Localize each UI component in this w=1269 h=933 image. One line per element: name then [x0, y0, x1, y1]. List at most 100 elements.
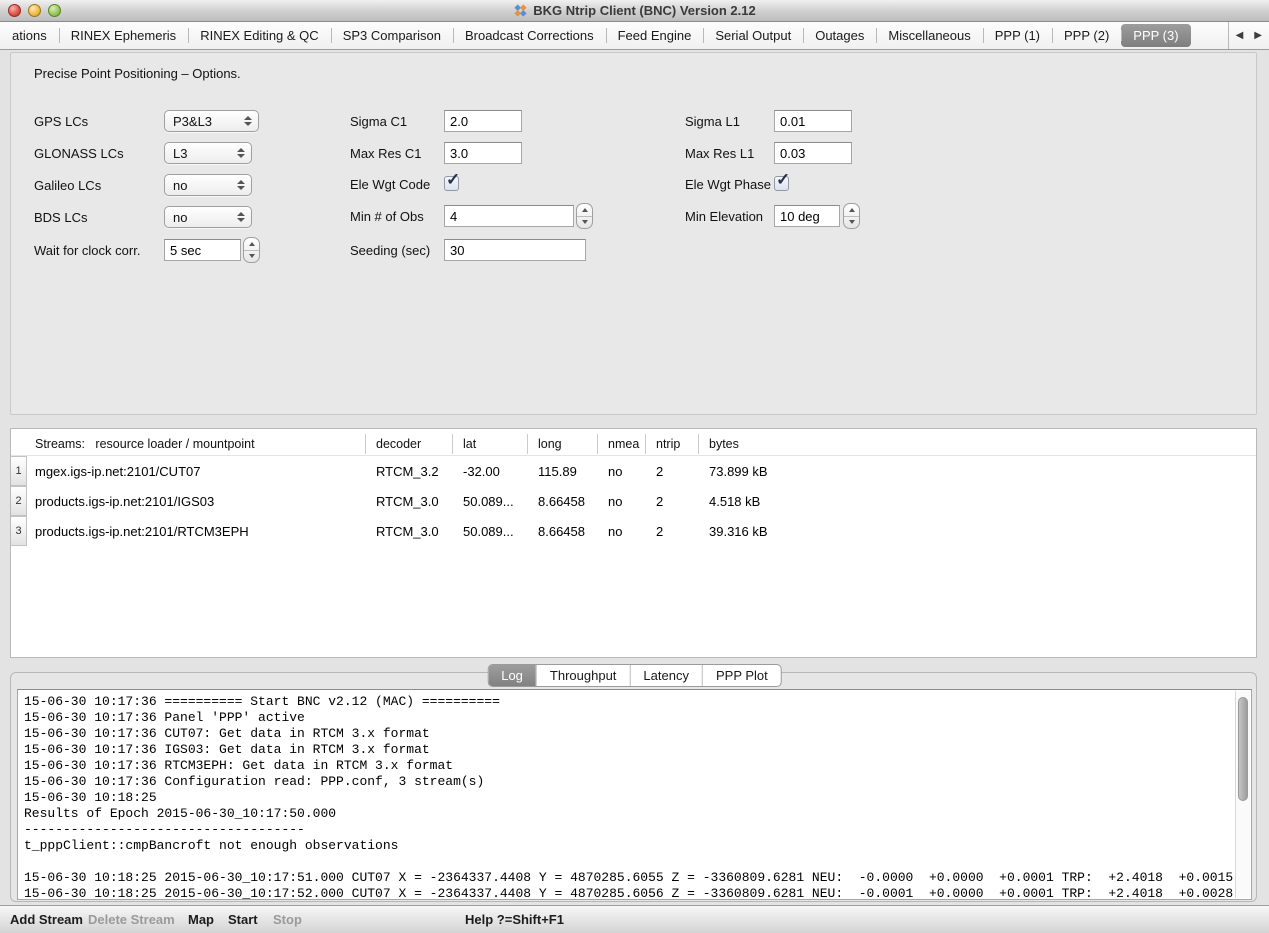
- cell-nmea: no: [598, 494, 646, 509]
- tab-ppp-2[interactable]: PPP (2): [1052, 22, 1121, 49]
- bds-lcs-label: BDS LCs: [34, 210, 87, 225]
- sigma-c1-input[interactable]: [444, 110, 522, 132]
- log-line: Results of Epoch 2015-06-30_10:17:50.000: [24, 806, 1231, 822]
- max-res-l1-label: Max Res L1: [685, 146, 754, 161]
- min-elevation-input[interactable]: [774, 205, 840, 227]
- tab-throughput[interactable]: Throughput: [536, 665, 630, 686]
- ppp-options-panel: Precise Point Positioning – Options. GPS…: [10, 52, 1257, 415]
- tab-miscellaneous[interactable]: Miscellaneous: [876, 22, 982, 49]
- log-line: 15-06-30 10:17:36 IGS03: Get data in RTC…: [24, 742, 1231, 758]
- zoom-button[interactable]: [48, 4, 61, 17]
- map-button[interactable]: Map: [188, 912, 214, 927]
- tab-bar: ations RINEX Ephemeris RINEX Editing & Q…: [0, 22, 1269, 50]
- ele-wgt-phase-checkbox[interactable]: [774, 176, 789, 191]
- log-scrollbar[interactable]: [1235, 691, 1250, 898]
- min-obs-input[interactable]: [444, 205, 574, 227]
- tab-log[interactable]: Log: [488, 665, 536, 686]
- traffic-lights: [8, 4, 61, 17]
- cell-decoder: RTCM_3.0: [366, 524, 453, 539]
- tab-scroll-right-icon[interactable]: ▶: [1254, 31, 1262, 41]
- cell-long: 115.89: [528, 464, 598, 479]
- cell-lat: 50.089...: [453, 494, 528, 509]
- row-number[interactable]: 1: [11, 456, 27, 486]
- titlebar[interactable]: BKG Ntrip Client (BNC) Version 2.12: [0, 0, 1269, 22]
- streams-table-header: Streams: resource loader / mountpoint de…: [11, 429, 1256, 456]
- log-scrollbar-thumb[interactable]: [1238, 697, 1248, 801]
- log-line: 15-06-30 10:17:36 Configuration read: PP…: [24, 774, 1231, 790]
- stepper-up-icon[interactable]: [577, 204, 592, 216]
- close-button[interactable]: [8, 4, 21, 17]
- help-shortcut-label: Help ?=Shift+F1: [465, 912, 564, 927]
- wait-clock-input[interactable]: [164, 239, 241, 261]
- log-group: 15-06-30 10:17:36 ========== Start BNC v…: [10, 672, 1257, 902]
- tab-latency[interactable]: Latency: [629, 665, 702, 686]
- cell-ntrip: 2: [646, 464, 699, 479]
- galileo-lcs-value: no: [165, 178, 187, 193]
- stepper-down-icon[interactable]: [844, 216, 859, 229]
- seeding-input[interactable]: [444, 239, 586, 261]
- tab-ppp-plot[interactable]: PPP Plot: [702, 665, 781, 686]
- cell-lat: 50.089...: [453, 524, 528, 539]
- log-line: 15-06-30 10:17:36 RTCM3EPH: Get data in …: [24, 758, 1231, 774]
- tab-serial-output[interactable]: Serial Output: [703, 22, 803, 49]
- add-stream-button[interactable]: Add Stream: [10, 912, 83, 927]
- tab-outages[interactable]: Outages: [803, 22, 876, 49]
- seeding-label: Seeding (sec): [350, 243, 430, 258]
- min-obs-label: Min # of Obs: [350, 209, 424, 224]
- log-text: 15-06-30 10:17:36 ========== Start BNC v…: [24, 694, 1231, 900]
- header-decoder: decoder: [366, 434, 453, 454]
- galileo-lcs-combo[interactable]: no: [164, 174, 252, 196]
- tab-rinex-ephemeris[interactable]: RINEX Ephemeris: [59, 22, 188, 49]
- gps-lcs-label: GPS LCs: [34, 114, 88, 129]
- wait-clock-stepper[interactable]: [243, 237, 260, 263]
- tab-feed-engine[interactable]: Feed Engine: [606, 22, 704, 49]
- log-line: 15-06-30 10:18:25: [24, 790, 1231, 806]
- cell-nmea: no: [598, 464, 646, 479]
- window-title: BKG Ntrip Client (BNC) Version 2.12: [533, 3, 755, 18]
- tab-broadcast-corrections[interactable]: Broadcast Corrections: [453, 22, 606, 49]
- max-res-c1-input[interactable]: [444, 142, 522, 164]
- cell-long: 8.66458: [528, 494, 598, 509]
- ele-wgt-code-checkbox[interactable]: [444, 176, 459, 191]
- stepper-down-icon[interactable]: [244, 250, 259, 263]
- max-res-l1-input[interactable]: [774, 142, 852, 164]
- tab-sp3-comparison[interactable]: SP3 Comparison: [331, 22, 453, 49]
- minimize-button[interactable]: [28, 4, 41, 17]
- sigma-l1-input[interactable]: [774, 110, 852, 132]
- row-number[interactable]: 3: [11, 516, 27, 546]
- min-elevation-stepper[interactable]: [843, 203, 860, 229]
- start-button[interactable]: Start: [228, 912, 258, 927]
- stepper-down-icon[interactable]: [577, 216, 592, 229]
- stepper-up-icon[interactable]: [844, 204, 859, 216]
- table-row[interactable]: 3 products.igs-ip.net:2101/RTCM3EPH RTCM…: [11, 516, 1256, 546]
- delete-stream-button[interactable]: Delete Stream: [88, 912, 175, 927]
- cell-ntrip: 2: [646, 494, 699, 509]
- tab-ppp-3[interactable]: PPP (3): [1121, 24, 1190, 47]
- log-line: [24, 854, 1231, 870]
- combo-updown-icon: [237, 148, 251, 158]
- cell-bytes: 4.518 kB: [699, 494, 1256, 509]
- glonass-lcs-combo[interactable]: L3: [164, 142, 252, 164]
- header-nmea: nmea: [598, 434, 646, 454]
- bnc-app-icon: [513, 3, 528, 18]
- bds-lcs-combo[interactable]: no: [164, 206, 252, 228]
- sigma-c1-label: Sigma C1: [350, 114, 407, 129]
- wait-clock-label: Wait for clock corr.: [34, 243, 140, 258]
- cell-mountpoint: products.igs-ip.net:2101/IGS03: [29, 494, 366, 509]
- stop-button[interactable]: Stop: [273, 912, 302, 927]
- combo-updown-icon: [237, 180, 251, 190]
- stepper-up-icon[interactable]: [244, 238, 259, 250]
- row-number[interactable]: 2: [11, 486, 27, 516]
- tab-ppp-1[interactable]: PPP (1): [983, 22, 1052, 49]
- tab-stations[interactable]: ations: [0, 22, 59, 49]
- tab-rinex-editing-qc[interactable]: RINEX Editing & QC: [188, 22, 331, 49]
- table-row[interactable]: 2 products.igs-ip.net:2101/IGS03 RTCM_3.…: [11, 486, 1256, 516]
- min-obs-stepper[interactable]: [576, 203, 593, 229]
- table-row[interactable]: 1 mgex.igs-ip.net:2101/CUT07 RTCM_3.2 -3…: [11, 456, 1256, 486]
- gps-lcs-combo[interactable]: P3&L3: [164, 110, 259, 132]
- header-ntrip: ntrip: [646, 434, 699, 454]
- log-output[interactable]: 15-06-30 10:17:36 ========== Start BNC v…: [17, 689, 1252, 900]
- streams-table: Streams: resource loader / mountpoint de…: [10, 428, 1257, 658]
- tab-scroll-buttons: ◀ ▶: [1228, 22, 1269, 49]
- tab-scroll-left-icon[interactable]: ◀: [1236, 31, 1244, 41]
